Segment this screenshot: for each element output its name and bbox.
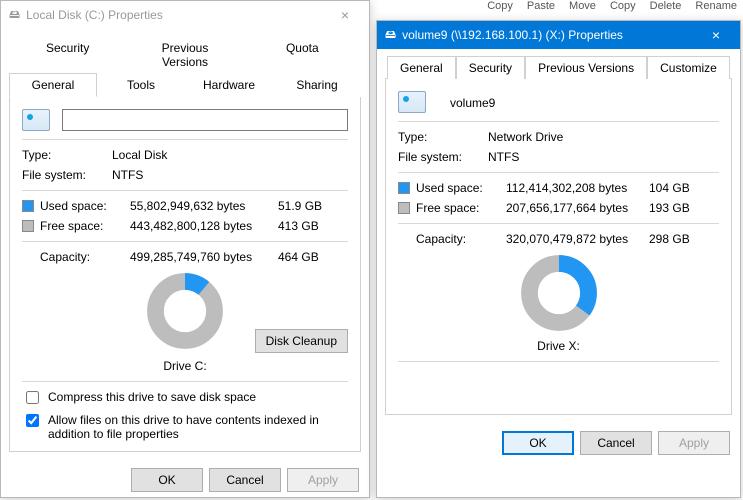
tab-quota[interactable]: Quota [244,36,361,73]
ok-button[interactable]: OK [502,431,574,455]
toolbar-paste[interactable]: Paste [527,0,555,12]
dialog-buttons: OK Cancel Apply [377,423,740,463]
free-bytes: 443,482,800,128 bytes [130,219,278,233]
volume-label-input[interactable] [62,109,348,131]
index-label: Allow files on this drive to have conten… [48,413,348,441]
tab-customize[interactable]: Customize [647,56,730,79]
tab-previous-versions[interactable]: Previous Versions [126,36,243,73]
title-text: volume9 (\\192.168.100.1) (X:) Propertie… [402,28,696,42]
fs-value: NTFS [488,150,719,164]
tab-security[interactable]: Security [9,36,126,73]
dialog-buttons: OK Cancel Apply [1,460,369,500]
explorer-toolbar: Copy Paste Move Copy Delete Rename [380,0,743,12]
used-bytes: 55,802,949,632 bytes [130,199,278,213]
drive-icon: 🖴 [9,6,20,25]
properties-dialog-x: 🖴 volume9 (\\192.168.100.1) (X:) Propert… [376,20,741,498]
disk-cleanup-button[interactable]: Disk Cleanup [255,329,348,353]
used-swatch [398,182,410,194]
cancel-button[interactable]: Cancel [209,468,281,492]
tab-security[interactable]: Security [456,56,525,79]
tab-sharing[interactable]: Sharing [273,73,361,97]
title-text: Local Disk (C:) Properties [26,8,325,22]
toolbar-rename[interactable]: Rename [695,0,737,12]
drive-icon: 🖴 [385,26,396,45]
toolbar-copy[interactable]: Copy [487,0,513,12]
used-label: Used space: [416,181,506,195]
free-swatch [22,220,34,232]
usage-donut [520,254,598,332]
close-button[interactable]: × [696,27,736,43]
toolbar-delete[interactable]: Delete [650,0,682,12]
free-swatch [398,202,410,214]
tab-general[interactable]: General [387,56,456,79]
capacity-bytes: 499,285,749,760 bytes [130,250,278,264]
drive-icon-large [22,109,50,131]
toolbar-copy2[interactable]: Copy [610,0,636,12]
drive-icon-large [398,91,426,113]
apply-button[interactable]: Apply [658,431,730,455]
tab-panel-general: Type: Local Disk File system: NTFS Used … [9,97,361,452]
titlebar[interactable]: 🖴 Local Disk (C:) Properties × [1,1,369,29]
used-human: 51.9 GB [278,199,348,213]
tab-general[interactable]: General [9,73,97,97]
capacity-human: 464 GB [278,250,348,264]
fs-label: File system: [398,150,488,164]
compress-label: Compress this drive to save disk space [48,390,256,404]
type-label: Type: [22,148,112,162]
used-label: Used space: [40,199,130,213]
drive-caption: Drive X: [398,339,719,353]
free-human: 413 GB [278,219,348,233]
free-bytes: 207,656,177,664 bytes [506,201,649,215]
toolbar-move[interactable]: Move [569,0,596,12]
tab-tools[interactable]: Tools [97,73,185,97]
volume-name: volume9 [450,94,495,110]
usage-donut [146,272,224,350]
capacity-human: 298 GB [649,232,719,246]
tab-previous-versions[interactable]: Previous Versions [525,56,647,79]
capacity-label: Capacity: [398,232,506,246]
ok-button[interactable]: OK [131,468,203,492]
free-label: Free space: [416,201,506,215]
type-value: Local Disk [112,148,348,162]
drive-caption: Drive C: [22,359,348,373]
capacity-label: Capacity: [22,250,130,264]
used-bytes: 112,414,302,208 bytes [506,181,649,195]
properties-dialog-c: 🖴 Local Disk (C:) Properties × Security … [0,0,370,498]
fs-label: File system: [22,168,112,182]
capacity-bytes: 320,070,479,872 bytes [506,232,649,246]
used-swatch [22,200,34,212]
tab-panel-general: volume9 Type: Network Drive File system:… [385,79,732,415]
index-checkbox[interactable] [26,414,39,427]
compress-checkbox[interactable] [26,391,39,404]
type-value: Network Drive [488,130,719,144]
tabstrip: Security Previous Versions Quota General… [9,35,361,97]
cancel-button[interactable]: Cancel [580,431,652,455]
close-button[interactable]: × [325,7,365,23]
fs-value: NTFS [112,168,348,182]
free-label: Free space: [40,219,130,233]
used-human: 104 GB [649,181,719,195]
tabstrip: General Security Previous Versions Custo… [385,55,732,79]
apply-button[interactable]: Apply [287,468,359,492]
type-label: Type: [398,130,488,144]
free-human: 193 GB [649,201,719,215]
titlebar[interactable]: 🖴 volume9 (\\192.168.100.1) (X:) Propert… [377,21,740,49]
tab-hardware[interactable]: Hardware [185,73,273,97]
